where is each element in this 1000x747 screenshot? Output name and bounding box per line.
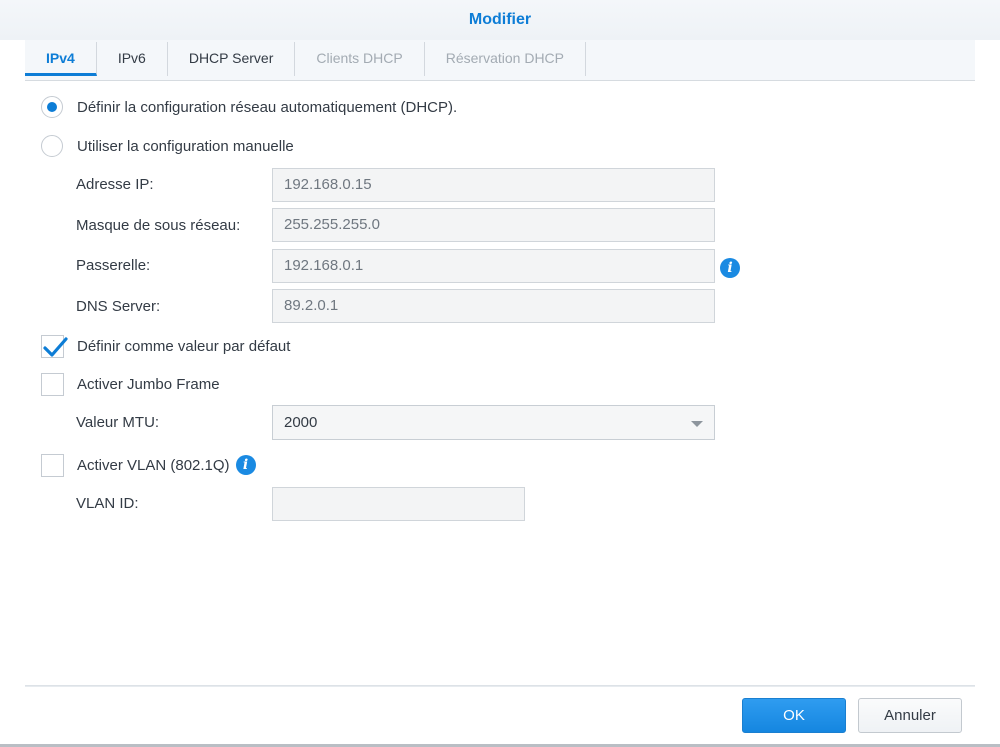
tab-dhcp-server[interactable]: DHCP Server <box>168 42 296 76</box>
ip-address-input[interactable]: 192.168.0.15 <box>272 168 715 202</box>
jumbo-frame-label: Activer Jumbo Frame <box>77 375 220 393</box>
mtu-value: 2000 <box>284 414 318 431</box>
dns-server-label: DNS Server: <box>76 298 161 315</box>
gateway-label: Passerelle: <box>76 257 151 274</box>
set-default-checkbox[interactable] <box>41 334 68 358</box>
subnet-mask-input[interactable]: 255.255.255.0 <box>272 208 715 242</box>
vlan-info-icon[interactable]: i <box>235 455 256 475</box>
auto-dhcp-radio[interactable] <box>41 96 63 118</box>
auto-dhcp-option[interactable]: Définir la configuration réseau automati… <box>40 92 457 122</box>
mtu-select[interactable]: 2000 <box>272 405 715 440</box>
set-default-option[interactable]: Définir comme valeur par défaut <box>40 331 290 361</box>
tab-clients-dhcp[interactable]: Clients DHCP <box>295 42 425 76</box>
jumbo-frame-checkbox[interactable] <box>41 372 64 396</box>
modify-dialog: Modifier IPv4 IPv6 DHCP Server Clients D… <box>0 0 1000 747</box>
dns-server-input[interactable]: 89.2.0.1 <box>272 289 715 323</box>
manual-config-radio[interactable] <box>41 135 63 157</box>
vlan-checkbox[interactable] <box>41 453 64 477</box>
auto-dhcp-label: Définir la configuration réseau automati… <box>77 98 458 116</box>
mtu-label: Valeur MTU: <box>76 414 160 431</box>
vlan-id-input[interactable] <box>272 487 525 521</box>
vlan-id-label: VLAN ID: <box>76 495 139 512</box>
tab-ipv6[interactable]: IPv6 <box>97 42 168 76</box>
tab-ipv4[interactable]: IPv4 <box>25 42 97 76</box>
vlan-label: Activer VLAN (802.1Q) <box>77 456 230 474</box>
gateway-input[interactable]: 192.168.0.1 <box>272 249 715 283</box>
subnet-mask-label: Masque de sous réseau: <box>76 217 241 234</box>
footer-divider <box>25 685 975 687</box>
dialog-titlebar: Modifier <box>0 0 1000 40</box>
ok-button[interactable]: OK <box>742 698 846 733</box>
vlan-option[interactable]: Activer VLAN (802.1Q) i <box>40 450 256 480</box>
set-default-label: Définir comme valeur par défaut <box>77 337 291 355</box>
ip-address-label: Adresse IP: <box>76 176 154 193</box>
tab-bar: IPv4 IPv6 DHCP Server Clients DHCP Réser… <box>25 40 975 81</box>
manual-config-option[interactable]: Utiliser la configuration manuelle <box>40 131 294 161</box>
dialog-title: Modifier <box>468 11 532 28</box>
jumbo-frame-option[interactable]: Activer Jumbo Frame <box>40 369 220 399</box>
tab-reservation-dhcp[interactable]: Réservation DHCP <box>425 42 586 76</box>
chevron-down-icon <box>691 421 703 427</box>
cancel-button[interactable]: Annuler <box>858 698 962 733</box>
gateway-info-icon[interactable]: i <box>720 258 740 278</box>
manual-config-label: Utiliser la configuration manuelle <box>77 137 294 155</box>
checkmark-icon <box>43 336 68 357</box>
